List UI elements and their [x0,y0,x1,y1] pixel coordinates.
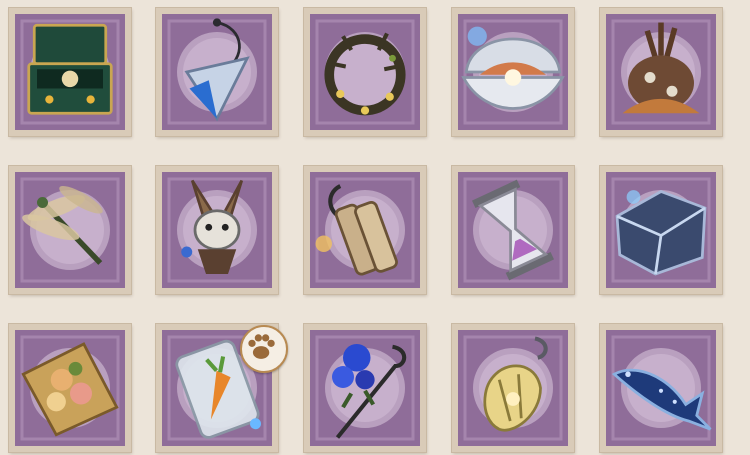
stamp-frame [310,14,420,130]
lantern-pendant-icon [483,336,548,432]
thorn-wreath-icon [324,32,406,116]
stamp-frame [15,14,125,130]
blue-rose-cane-icon [332,344,407,439]
stamp-frame [15,330,125,446]
pendulum-pendant-icon [184,18,250,122]
item-grid [0,0,750,455]
pearl-clam-shell-icon [461,26,565,110]
item-stamp-clam[interactable] [452,8,574,136]
dragonfly-icon [22,186,103,265]
stamp-frame [606,14,716,130]
item-stamp-music-box[interactable] [9,8,131,136]
stamp-frame [458,172,568,288]
stamp-frame [606,172,716,288]
item-stamp-pendant[interactable] [156,8,278,136]
stamp-frame [162,172,272,288]
stamp-frame [162,14,272,130]
flower-bouquet-icon [21,342,119,437]
item-stamp-hourglass[interactable] [452,166,574,294]
coral-rock-icon [622,22,700,114]
item-stamp-crystal-chest[interactable] [600,166,722,294]
stamp-frame [310,172,420,288]
stamp-frame [458,14,568,130]
item-stamp-dragonfly[interactable] [9,166,131,294]
jackalope-rabbit-icon [181,179,244,274]
crystal-chest-icon [615,189,707,276]
item-stamp-jackalope[interactable] [156,166,278,294]
item-stamp-lantern-pendant[interactable] [452,324,574,452]
item-stamp-dynamite[interactable] [304,166,426,294]
hourglass-icon [471,179,555,281]
paw-print-badge-icon [240,325,288,373]
item-stamp-coral[interactable] [600,8,722,136]
dynamite-hook-icon [315,184,398,276]
music-box-icon [27,23,113,115]
stamp-frame [310,330,420,446]
whale-icon [611,368,712,431]
stamp-frame [15,172,125,288]
item-stamp-bouquet[interactable] [9,324,131,452]
stamp-frame [606,330,716,446]
stamp-frame [458,330,568,446]
item-stamp-whale[interactable] [600,324,722,452]
item-stamp-wreath[interactable] [304,8,426,136]
item-stamp-rose-cane[interactable] [304,324,426,452]
